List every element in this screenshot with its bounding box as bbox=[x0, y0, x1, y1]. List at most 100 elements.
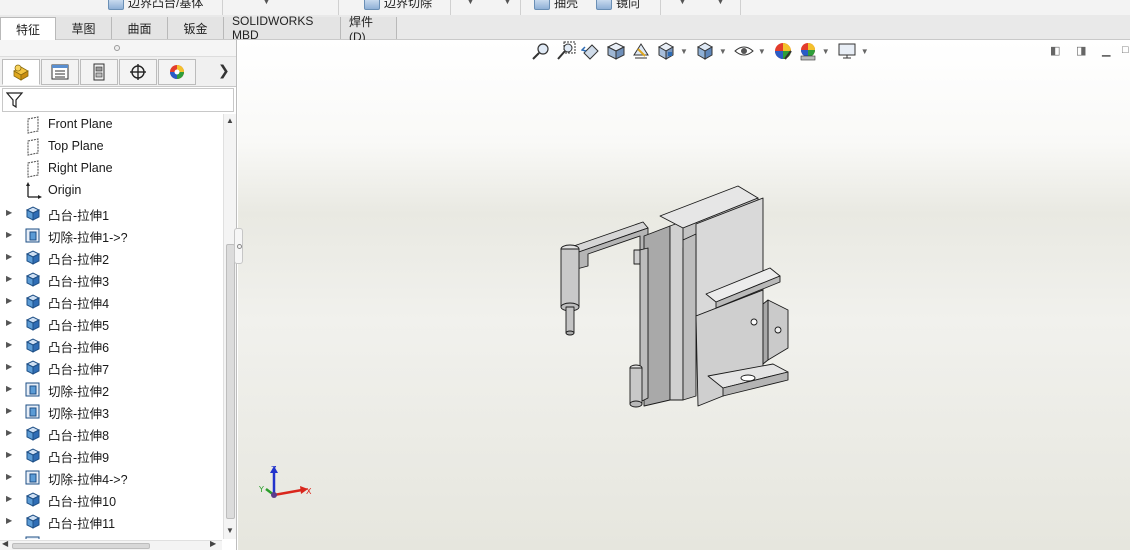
tree-node[interactable]: ▶ 切除-拉伸3 bbox=[0, 400, 222, 422]
expand-arrow-icon[interactable]: ▶ bbox=[6, 450, 12, 459]
tree-node[interactable]: ▶ 凸台-拉伸10 bbox=[0, 488, 222, 510]
scroll-left-icon[interactable]: ◀ bbox=[2, 539, 8, 548]
tree-node[interactable]: ▶ 凸台-拉伸4 bbox=[0, 290, 222, 312]
minimize-icon[interactable]: ▁ bbox=[1102, 44, 1110, 57]
tree-node[interactable]: ▶ 切除-拉伸1->? bbox=[0, 224, 222, 246]
expand-arrow-icon[interactable]: ▶ bbox=[6, 406, 12, 415]
tree-node[interactable]: ▶切除-拉伸5 bbox=[0, 532, 222, 539]
tab-sketch[interactable]: 草图 bbox=[56, 17, 112, 39]
expand-arrow-icon[interactable]: ▶ bbox=[6, 318, 12, 327]
display-style-icon bbox=[696, 42, 713, 60]
tree-vertical-scrollbar[interactable]: ▲ ▼ bbox=[223, 114, 236, 539]
tree-node[interactable]: ▶ 凸台-拉伸11 bbox=[0, 510, 222, 532]
propertymanager-tab[interactable] bbox=[41, 59, 79, 85]
apply-scene-button[interactable] bbox=[797, 40, 819, 62]
section-view-button[interactable] bbox=[605, 40, 627, 62]
featuremanager-tab[interactable] bbox=[2, 59, 40, 85]
chevron-down-icon[interactable]: ▼ bbox=[758, 47, 766, 56]
expand-arrow-icon[interactable]: ▶ bbox=[6, 516, 12, 525]
view-settings-button[interactable] bbox=[836, 40, 858, 62]
mirror-button[interactable]: 镜向 bbox=[596, 0, 640, 11]
tree-node[interactable]: ▶ 切除-拉伸4->? bbox=[0, 466, 222, 488]
tile-left-icon[interactable]: ◧ bbox=[1050, 44, 1060, 57]
tree-node[interactable]: ▶ 凸台-拉伸7 bbox=[0, 356, 222, 378]
restore-icon[interactable]: □ bbox=[1122, 44, 1129, 56]
tree-node[interactable]: Front Plane bbox=[0, 114, 222, 136]
tree-node[interactable]: ▶ 凸台-拉伸5 bbox=[0, 312, 222, 334]
tree-node-label: 切除-拉伸4->? bbox=[48, 473, 128, 487]
scroll-thumb[interactable] bbox=[12, 543, 150, 549]
tab-weldments[interactable]: 焊件(D) bbox=[341, 15, 397, 44]
part-model-3d[interactable] bbox=[548, 170, 828, 410]
expand-arrow-icon[interactable]: ▶ bbox=[6, 494, 12, 503]
tree-node[interactable]: ▶ 凸台-拉伸1 bbox=[0, 202, 222, 224]
chevron-down-icon[interactable]: ▼ bbox=[716, 0, 725, 6]
edit-appearance-button[interactable] bbox=[772, 40, 794, 62]
tree-node-label: Front Plane bbox=[48, 117, 113, 131]
tab-features[interactable]: 特征 bbox=[0, 17, 56, 41]
expand-arrow-icon[interactable]: ▶ bbox=[6, 384, 12, 393]
chevron-down-icon[interactable]: ▼ bbox=[822, 47, 830, 56]
chevron-down-icon[interactable]: ▼ bbox=[262, 0, 271, 6]
expand-arrow-icon[interactable]: ▶ bbox=[6, 252, 12, 261]
graphics-area[interactable]: ▼ ▼ ▼ ▼ ▼ ◧ ◨ ▁ □ Z Y X bbox=[238, 40, 1130, 550]
chevron-right-icon[interactable]: ❯ bbox=[218, 62, 230, 79]
tab-sheet-metal[interactable]: 钣金 bbox=[168, 17, 224, 39]
tree-node[interactable]: ▶ 凸台-拉伸2 bbox=[0, 246, 222, 268]
boundary-boss-button[interactable]: 边界凸台/基体 bbox=[108, 0, 203, 11]
tab-surfaces[interactable]: 曲面 bbox=[112, 17, 168, 39]
dimxpert-tab[interactable] bbox=[119, 59, 157, 85]
expand-arrow-icon[interactable]: ▶ bbox=[6, 362, 12, 371]
tree-node[interactable]: ▶ 凸台-拉伸8 bbox=[0, 422, 222, 444]
scroll-right-icon[interactable]: ▶ bbox=[210, 539, 216, 548]
tree-node[interactable]: Origin bbox=[0, 180, 222, 202]
tab-solidworks-mbd[interactable]: SOLIDWORKS MBD bbox=[224, 14, 341, 42]
previous-view-button[interactable] bbox=[580, 40, 602, 62]
chevron-down-icon[interactable]: ▼ bbox=[680, 47, 688, 56]
dynamic-annotation-button[interactable] bbox=[630, 40, 652, 62]
tree-node-label: 凸台-拉伸6 bbox=[48, 341, 110, 355]
tree-filter-bar[interactable] bbox=[2, 88, 234, 112]
view-orientation-button[interactable] bbox=[655, 40, 677, 62]
panel-splitter[interactable] bbox=[0, 40, 236, 57]
tree-node[interactable]: ▶ 凸台-拉伸3 bbox=[0, 268, 222, 290]
boundary-cut-button[interactable]: 边界切除 bbox=[364, 0, 432, 11]
expand-arrow-icon[interactable]: ▶ bbox=[6, 428, 12, 437]
expand-arrow-icon[interactable]: ▶ bbox=[6, 274, 12, 283]
tree-node[interactable]: ▶ 凸台-拉伸6 bbox=[0, 334, 222, 356]
scroll-thumb[interactable] bbox=[226, 244, 235, 519]
expand-arrow-icon[interactable]: ▶ bbox=[6, 230, 12, 239]
zoom-to-fit-button[interactable] bbox=[530, 40, 552, 62]
tree-node[interactable]: Right Plane bbox=[0, 158, 222, 180]
hide-show-items-button[interactable] bbox=[733, 40, 755, 62]
expand-arrow-icon[interactable]: ▶ bbox=[6, 208, 12, 217]
tree-node[interactable]: Top Plane bbox=[0, 136, 222, 158]
appearance-icon bbox=[774, 43, 792, 60]
scroll-down-icon[interactable]: ▼ bbox=[226, 526, 234, 535]
splitter-grip-icon[interactable] bbox=[114, 45, 120, 51]
chevron-down-icon[interactable]: ▼ bbox=[503, 0, 512, 6]
tree-node[interactable]: ▶ 切除-拉伸2 bbox=[0, 378, 222, 400]
expand-arrow-icon[interactable]: ▶ bbox=[6, 296, 12, 305]
scroll-up-icon[interactable]: ▲ bbox=[226, 116, 234, 125]
extruded-cut-icon bbox=[24, 380, 42, 398]
tree-node[interactable]: ▶ 凸台-拉伸9 bbox=[0, 444, 222, 466]
tile-right-icon[interactable]: ◨ bbox=[1076, 44, 1086, 57]
displaymanager-tab[interactable] bbox=[158, 59, 196, 85]
chevron-down-icon[interactable]: ▼ bbox=[861, 47, 869, 56]
chevron-down-icon[interactable]: ▼ bbox=[719, 47, 727, 56]
expand-arrow-icon[interactable]: ▶ bbox=[6, 472, 12, 481]
filter-icon[interactable] bbox=[6, 91, 24, 109]
zoom-to-area-button[interactable] bbox=[555, 40, 577, 62]
section-view-icon bbox=[606, 42, 626, 60]
expand-arrow-icon[interactable]: ▶ bbox=[6, 340, 12, 349]
chevron-down-icon[interactable]: ▼ bbox=[678, 0, 687, 6]
panel-collapse-handle[interactable] bbox=[234, 228, 243, 264]
shell-button[interactable]: 抽壳 bbox=[534, 0, 578, 11]
chevron-down-icon[interactable]: ▼ bbox=[466, 0, 475, 6]
origin-icon bbox=[24, 182, 42, 200]
display-style-button[interactable] bbox=[694, 40, 716, 62]
configurationmanager-tab[interactable] bbox=[80, 59, 118, 85]
tree-horizontal-scrollbar[interactable]: ◀ ▶ bbox=[0, 539, 222, 550]
boundary-boss-icon bbox=[108, 0, 124, 10]
